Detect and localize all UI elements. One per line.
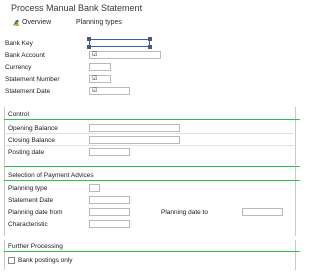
planning-type-input[interactable]	[89, 184, 100, 192]
closing-balance-label: Closing Balance	[8, 137, 55, 144]
required-field-icon: ☑	[92, 52, 98, 58]
currency-input[interactable]	[89, 63, 111, 71]
payment-advices-title: Selection of Payment Advices	[8, 172, 94, 179]
characteristic-label: Characteristic	[8, 221, 48, 228]
bank-postings-only-label: Bank postings only	[18, 257, 73, 264]
overview-button[interactable]: Overview	[22, 19, 51, 26]
selection-handle	[87, 37, 91, 41]
planning-date-to-input[interactable]	[242, 208, 283, 216]
required-field-icon: ☑	[92, 88, 98, 94]
posting-date-label: Posting date	[8, 149, 45, 156]
control-group-title: Control	[8, 111, 29, 118]
planning-date-to-label: Planning date to	[161, 209, 208, 216]
opening-balance-label: Opening Balance	[8, 125, 58, 132]
bank-key-input[interactable]	[87, 37, 152, 49]
bank-postings-only-checkbox[interactable]	[8, 257, 15, 264]
group-separator	[4, 180, 300, 181]
characteristic-input[interactable]	[89, 220, 130, 228]
row-divider	[6, 145, 294, 146]
selection-handle	[148, 45, 152, 49]
statement-number-input[interactable]: ☑	[89, 75, 111, 83]
planning-types-button[interactable]: Planning types	[76, 19, 122, 26]
further-processing-title: Further Processing	[8, 243, 63, 250]
row-divider	[6, 133, 294, 134]
statement-number-label: Statement Number	[5, 76, 60, 83]
bank-key-label: Bank Key	[5, 40, 33, 47]
statement-date-input[interactable]: ☑	[89, 87, 130, 95]
group-separator	[4, 166, 300, 167]
required-field-icon: ☑	[92, 76, 98, 82]
statement-date-label: Statement Date	[5, 88, 51, 95]
statement-date-selection-input[interactable]	[89, 196, 130, 204]
planning-date-from-input[interactable]	[89, 208, 130, 216]
bank-account-input[interactable]: ☑	[89, 51, 161, 59]
opening-balance-input[interactable]	[89, 124, 180, 132]
selection-handle	[87, 45, 91, 49]
planning-date-from-label: Planning date from	[8, 209, 63, 216]
window-title: Process Manual Bank Statement	[11, 3, 143, 13]
planning-type-label: Planning type	[8, 185, 48, 192]
group-separator	[4, 251, 300, 252]
posting-date-input[interactable]	[89, 148, 130, 156]
statement-date-selection-label: Statement Date	[8, 197, 54, 204]
group-separator	[4, 119, 300, 120]
closing-balance-input[interactable]	[89, 136, 180, 144]
bank-account-label: Bank Account	[5, 52, 45, 59]
selection-handle	[148, 37, 152, 41]
overview-icon[interactable]	[12, 19, 20, 27]
currency-label: Currency	[5, 64, 32, 71]
